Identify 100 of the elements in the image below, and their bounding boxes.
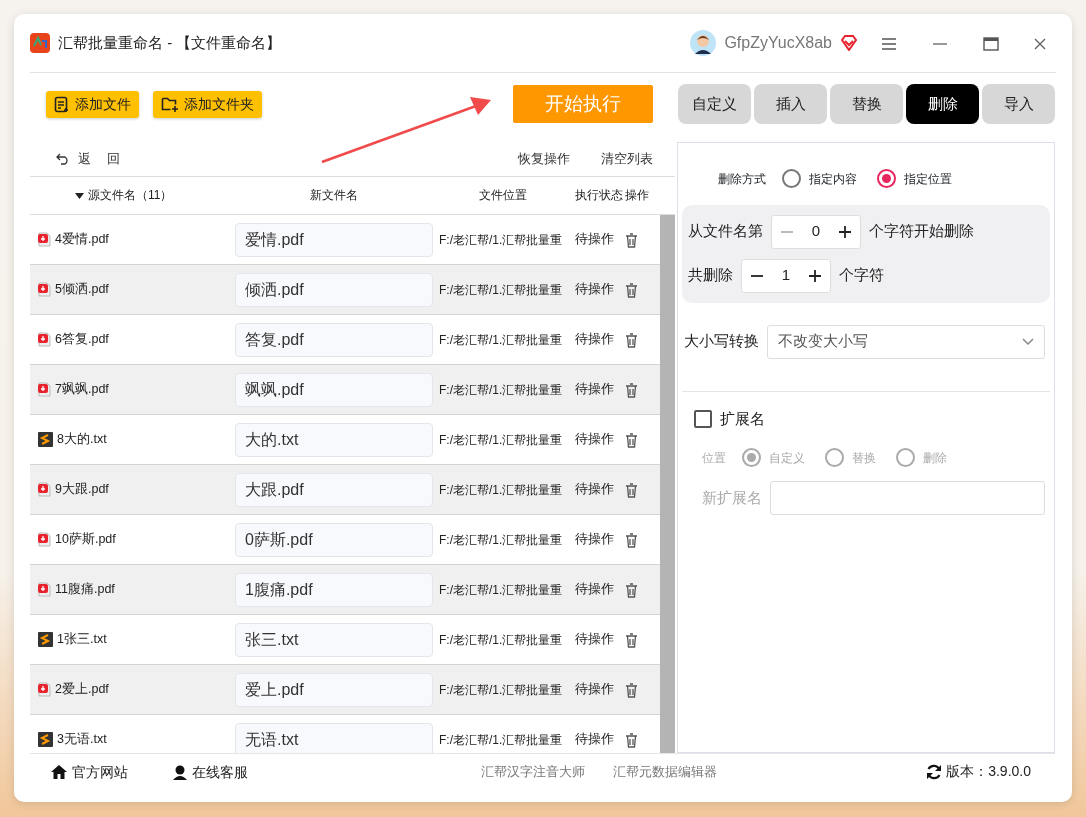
delete-icon[interactable] <box>625 280 638 299</box>
file-location: F:/老汇帮/1.汇帮批量重 <box>439 382 563 397</box>
back-button[interactable]: 返 回 <box>78 149 120 169</box>
plus-icon <box>808 268 822 283</box>
pdf-file-icon <box>38 232 51 247</box>
column-header: 新文件名 <box>310 187 358 205</box>
back-icon <box>56 152 70 165</box>
increment-button[interactable] <box>838 224 852 239</box>
file-location: F:/老汇帮/1.汇帮批量重 <box>439 632 563 647</box>
position-label: 位置 <box>702 449 726 467</box>
source-filename: 6答复.pdf <box>55 331 109 349</box>
mode-tab[interactable]: 导入 <box>982 84 1055 125</box>
source-filename: 2爱上.pdf <box>55 681 109 699</box>
add-file-icon <box>54 95 70 113</box>
new-filename-field[interactable]: 爱上.pdf <box>235 672 433 707</box>
radio-button[interactable] <box>877 169 896 189</box>
file-location: F:/老汇帮/1.汇帮批量重 <box>439 332 563 347</box>
source-filename: 1张三.txt <box>57 631 107 649</box>
add-file-button[interactable]: 添加文件 <box>46 90 139 118</box>
column-header: 执行状态 <box>575 187 623 205</box>
delete-icon[interactable] <box>625 530 638 549</box>
mode-tab[interactable]: 自定义 <box>678 84 751 125</box>
version-text: 版本：3.9.0.0 <box>946 762 1031 782</box>
file-location: F:/老汇帮/1.汇帮批量重 <box>439 582 563 597</box>
tool-link[interactable]: 汇帮汉字注音大师 <box>481 765 585 779</box>
new-filename-field[interactable]: 张三.txt <box>235 622 433 657</box>
delete-icon[interactable] <box>625 430 638 449</box>
restore-button[interactable]: 恢复操作 <box>518 149 570 169</box>
delete-icon[interactable] <box>625 630 638 649</box>
file-location: F:/老汇帮/1.汇帮批量重 <box>439 732 563 747</box>
tool-link[interactable]: 汇帮元数据编辑器 <box>613 765 717 779</box>
file-location: F:/老汇帮/1.汇帮批量重 <box>439 532 563 547</box>
status-text: 待操作 <box>575 382 614 397</box>
column-header: 操作 <box>625 187 649 205</box>
mode-tab[interactable]: 删除 <box>906 84 979 125</box>
plus-icon <box>838 224 852 239</box>
new-extension-label: 新扩展名 <box>702 487 762 508</box>
delete-icon[interactable] <box>625 680 638 699</box>
status-text: 待操作 <box>575 532 614 547</box>
pdf-file-icon <box>38 482 51 497</box>
refresh-icon[interactable] <box>926 763 943 780</box>
source-filename: 4爱情.pdf <box>55 231 109 249</box>
clear-list-button[interactable]: 清空列表 <box>601 149 653 169</box>
minus-icon <box>780 230 794 233</box>
new-filename-field[interactable]: 无语.txt <box>235 722 433 753</box>
delete-icon[interactable] <box>625 480 638 499</box>
source-filename: 9大跟.pdf <box>55 481 109 499</box>
source-filename: 8大的.txt <box>57 431 107 449</box>
source-filename: 11腹痛.pdf <box>55 581 115 599</box>
pdf-file-icon <box>38 582 51 597</box>
delete-icon[interactable] <box>625 330 638 349</box>
mode-tab[interactable]: 插入 <box>754 84 827 125</box>
status-text: 待操作 <box>575 432 614 447</box>
new-filename-field[interactable]: 0萨斯.pdf <box>235 522 433 557</box>
delete-method-label: 删除方式 <box>718 170 766 188</box>
file-location: F:/老汇帮/1.汇帮批量重 <box>439 682 563 697</box>
radio-label: 删除 <box>923 449 947 467</box>
stepper-suffix: 个字符开始删除 <box>869 221 974 242</box>
delete-icon[interactable] <box>625 230 638 249</box>
delete-icon[interactable] <box>625 580 638 599</box>
add-folder-button[interactable]: 添加文件夹 <box>153 90 262 118</box>
mode-tab[interactable]: 替换 <box>830 84 903 125</box>
number-stepper[interactable]: 0 <box>771 214 861 249</box>
username: GfpZyYucX8ab <box>724 32 832 53</box>
increment-button[interactable] <box>808 268 822 283</box>
file-location: F:/老汇帮/1.汇帮批量重 <box>439 232 563 247</box>
pdf-file-icon <box>38 332 51 347</box>
window-title: 汇帮批量重命名 - 【文件重命名】 <box>58 32 282 53</box>
new-filename-field[interactable]: 大跟.pdf <box>235 472 433 507</box>
radio-label: 指定位置 <box>904 170 952 188</box>
text-file-icon <box>38 432 53 447</box>
delete-icon[interactable] <box>625 380 638 399</box>
website-link[interactable]: 官方网站 <box>50 763 128 780</box>
status-text: 待操作 <box>575 632 614 647</box>
source-filename: 7飒飒.pdf <box>55 381 109 399</box>
new-filename-field[interactable]: 飒飒.pdf <box>235 372 433 407</box>
new-filename-field[interactable]: 1腹痛.pdf <box>235 572 433 607</box>
radio-label: 替换 <box>852 449 876 467</box>
delete-icon[interactable] <box>625 730 638 749</box>
new-filename-field[interactable]: 大的.txt <box>235 422 433 457</box>
number-stepper[interactable]: 1 <box>741 258 831 293</box>
minus-icon <box>750 274 764 277</box>
file-location: F:/老汇帮/1.汇帮批量重 <box>439 432 563 447</box>
radio-button[interactable] <box>782 169 801 189</box>
text-file-icon <box>38 732 53 747</box>
new-filename-field[interactable]: 倾洒.pdf <box>235 272 433 307</box>
menu-icon <box>882 38 896 51</box>
support-link[interactable]: 在线客服 <box>172 763 248 780</box>
maximize-icon <box>983 37 999 52</box>
case-dropdown[interactable]: 不改变大小写 <box>767 324 1045 359</box>
close-icon <box>1034 38 1046 51</box>
stepper-suffix: 个字符 <box>839 265 884 286</box>
new-filename-field[interactable]: 爱情.pdf <box>235 222 433 257</box>
stepper-value: 0 <box>811 221 821 242</box>
text-file-icon <box>38 632 53 647</box>
scrollbar[interactable] <box>660 215 675 753</box>
new-extension-field[interactable] <box>770 481 1045 516</box>
radio-label: 自定义 <box>769 449 805 467</box>
new-filename-field[interactable]: 答复.pdf <box>235 322 433 357</box>
status-text: 待操作 <box>575 732 614 747</box>
